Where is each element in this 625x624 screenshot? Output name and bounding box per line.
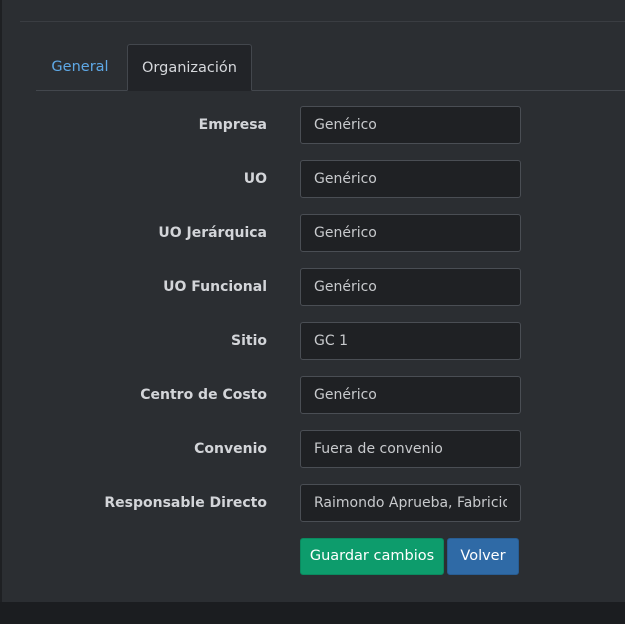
responsable-directo-label: Responsable Directo bbox=[104, 495, 267, 511]
empresa-label: Empresa bbox=[198, 117, 267, 133]
uo-jerarquica-field[interactable] bbox=[300, 214, 521, 252]
uo-field[interactable] bbox=[300, 160, 521, 198]
centro-de-costo-field[interactable] bbox=[300, 376, 521, 414]
convenio-label: Convenio bbox=[194, 441, 267, 457]
tab-organizacion[interactable]: Organización bbox=[127, 44, 252, 91]
back-button[interactable]: Volver bbox=[447, 538, 519, 575]
centro-de-costo-label: Centro de Costo bbox=[140, 387, 267, 403]
tab-general[interactable]: General bbox=[36, 44, 124, 90]
top-divider bbox=[20, 21, 625, 22]
tab-bar: General Organización bbox=[36, 44, 625, 91]
uo-label: UO bbox=[243, 171, 267, 187]
page: General Organización Empresa UO UO Jerár… bbox=[0, 0, 625, 624]
form-row-centro-de-costo: Centro de Costo bbox=[2, 376, 625, 414]
form-row-empresa: Empresa bbox=[2, 106, 625, 144]
convenio-field[interactable] bbox=[300, 430, 521, 468]
uo-jerarquica-label: UO Jerárquica bbox=[158, 225, 267, 241]
responsable-directo-field[interactable] bbox=[300, 484, 521, 522]
form-row-uo: UO bbox=[2, 160, 625, 198]
form-row-uo-jerarquica: UO Jerárquica bbox=[2, 214, 625, 252]
form-row-sitio: Sitio bbox=[2, 322, 625, 360]
empresa-field[interactable] bbox=[300, 106, 521, 144]
form-row-responsable-directo: Responsable Directo bbox=[2, 484, 625, 522]
save-button[interactable]: Guardar cambios bbox=[300, 538, 444, 575]
content-panel: General Organización Empresa UO UO Jerár… bbox=[2, 0, 625, 602]
form-row-convenio: Convenio bbox=[2, 430, 625, 468]
sitio-field[interactable] bbox=[300, 322, 521, 360]
uo-funcional-field[interactable] bbox=[300, 268, 521, 306]
uo-funcional-label: UO Funcional bbox=[163, 279, 267, 295]
footer-bar bbox=[0, 602, 625, 624]
sitio-label: Sitio bbox=[231, 333, 267, 349]
form-row-uo-funcional: UO Funcional bbox=[2, 268, 625, 306]
